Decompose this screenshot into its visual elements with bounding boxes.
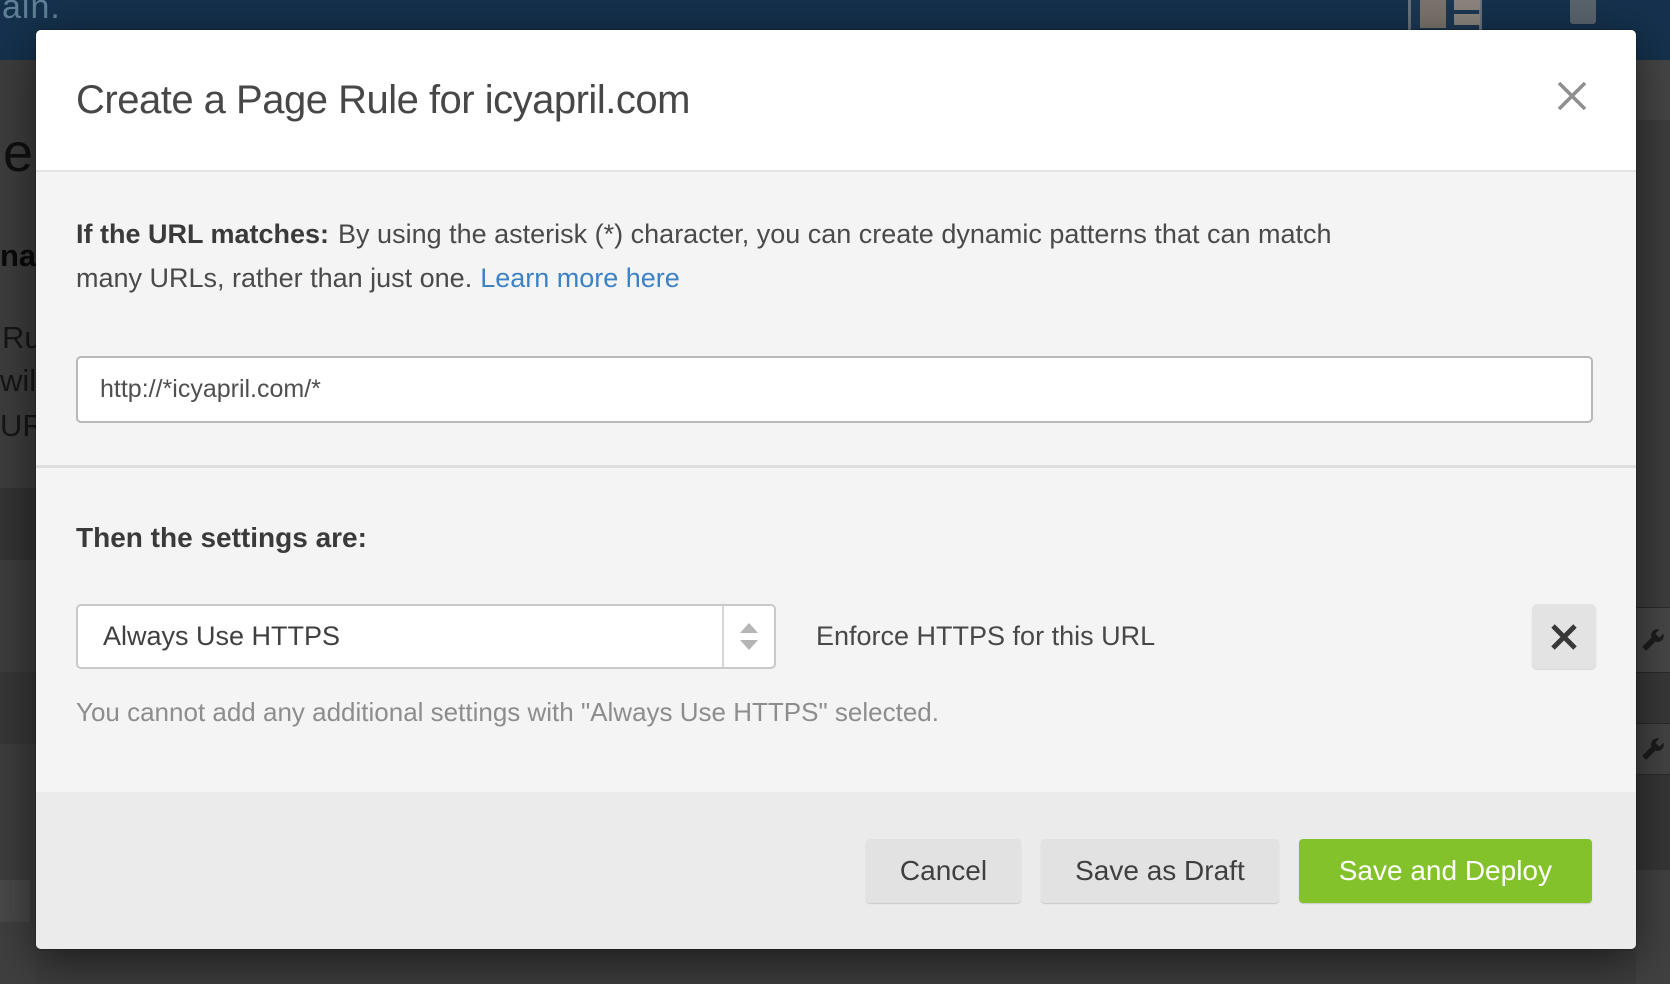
background-text-fragment: ain.: [2, 0, 61, 27]
background-band: [1636, 60, 1670, 120]
create-page-rule-modal: Create a Page Rule for icyapril.com If t…: [36, 30, 1636, 949]
setting-description: Enforce HTTPS for this URL: [816, 621, 1155, 652]
remove-x-icon: [1549, 622, 1579, 652]
partial-toolbar-icon: [1570, 0, 1596, 24]
url-match-description: If the URL matches: By using the asterisk…: [76, 212, 1596, 300]
chevron-up-icon: [740, 623, 758, 633]
close-button[interactable]: [1548, 72, 1596, 120]
background-action-cell: [1636, 607, 1670, 673]
close-icon: [1553, 77, 1591, 115]
setting-restriction-note: You cannot add any additional settings w…: [76, 697, 1596, 728]
setting-select-value: Always Use HTTPS: [78, 621, 340, 652]
url-match-label: If the URL matches:: [76, 219, 329, 249]
layout-icon-box: [1420, 0, 1446, 28]
background-text-fragment: Ru: [2, 320, 36, 356]
background-right-strip: [1636, 60, 1670, 984]
chevron-down-icon: [740, 640, 758, 650]
background-text-fragment: will: [0, 363, 36, 399]
learn-more-link[interactable]: Learn more here: [480, 263, 680, 293]
background-band: [1636, 775, 1670, 870]
wrench-icon: [1640, 736, 1666, 762]
background-text-fragment: e: [3, 122, 33, 184]
background-band: [0, 488, 36, 560]
modal-footer: Cancel Save as Draft Save and Deploy: [36, 792, 1636, 949]
background-text-fragment: nav: [0, 238, 36, 274]
save-and-deploy-button[interactable]: Save and Deploy: [1299, 839, 1592, 903]
modal-header: Create a Page Rule for icyapril.com: [36, 30, 1636, 172]
modal-body: If the URL matches: By using the asterisk…: [36, 172, 1636, 792]
background-text-fragment: UR: [0, 408, 36, 444]
url-match-text-line2: many URLs, rather than just one.Learn mo…: [76, 256, 1596, 300]
layout-icon-bar: [1454, 14, 1480, 25]
background-band: [1636, 870, 1670, 984]
url-match-text-line1: By using the asterisk (*) character, you…: [338, 219, 1331, 249]
cancel-button[interactable]: Cancel: [866, 839, 1021, 903]
background-band: [0, 922, 36, 984]
url-pattern-input[interactable]: [76, 356, 1593, 423]
remove-setting-button[interactable]: [1532, 604, 1596, 669]
background-band: [0, 672, 36, 744]
settings-label: Then the settings are:: [76, 522, 1596, 554]
background-action-cell: [1636, 723, 1670, 775]
select-stepper[interactable]: [722, 606, 774, 667]
setting-row: Always Use HTTPS Enforce HTTPS for this …: [76, 604, 1596, 669]
wrench-icon: [1640, 627, 1666, 653]
section-divider: [36, 465, 1636, 468]
background-band: [0, 880, 30, 922]
layout-icon-bar: [1454, 0, 1480, 10]
modal-title: Create a Page Rule for icyapril.com: [76, 78, 690, 123]
background-left-strip: e nav Ru will UR: [0, 60, 36, 984]
setting-select[interactable]: Always Use HTTPS: [76, 604, 776, 669]
save-as-draft-button[interactable]: Save as Draft: [1041, 839, 1279, 903]
